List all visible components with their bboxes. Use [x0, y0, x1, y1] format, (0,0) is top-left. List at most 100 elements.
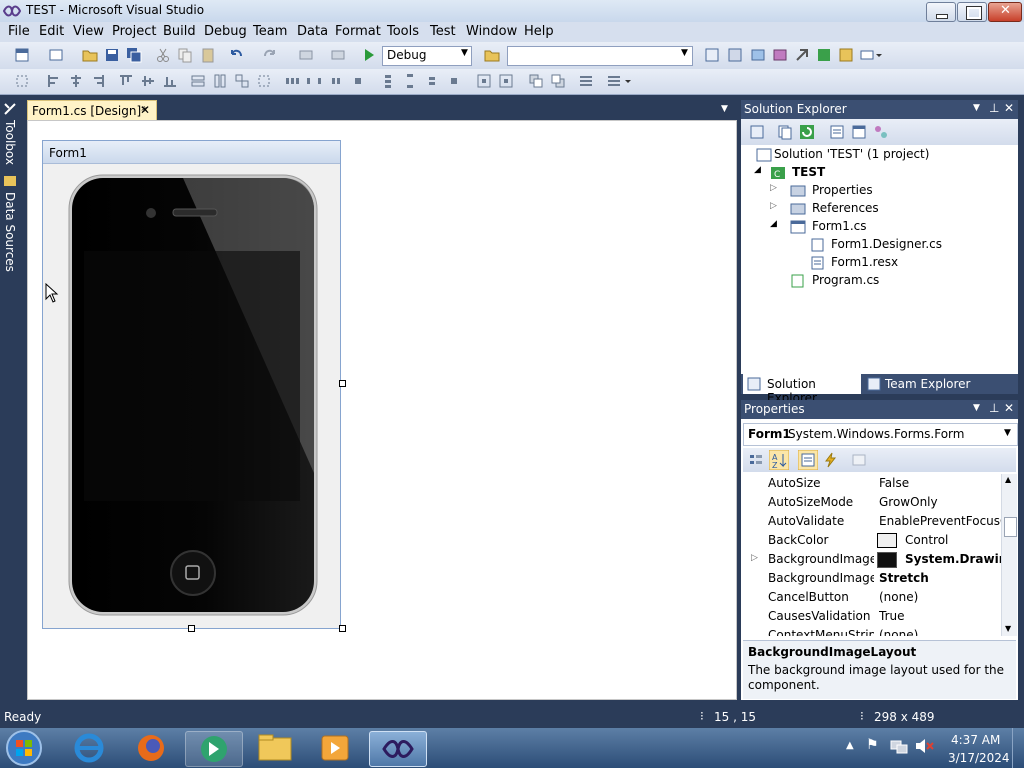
- view-code-icon[interactable]: [829, 124, 845, 140]
- minimize-button[interactable]: [926, 2, 956, 22]
- panel-dropdown-icon[interactable]: ▼: [973, 103, 980, 113]
- show-hidden-icons-icon[interactable]: ▲: [846, 740, 854, 751]
- save-icon[interactable]: [104, 47, 120, 63]
- menu-debug[interactable]: Debug: [204, 24, 247, 39]
- open-file-icon[interactable]: [82, 47, 98, 63]
- increase-horizontal-spacing-icon[interactable]: [306, 73, 322, 89]
- scroll-down-icon[interactable]: ▼: [1005, 624, 1011, 633]
- property-grid-scrollbar[interactable]: ▲ ▼: [1001, 474, 1017, 636]
- align-centers-icon[interactable]: [68, 73, 84, 89]
- property-value[interactable]: System.Drawing.Bitmap: [905, 552, 1001, 566]
- resize-handle-bottom[interactable]: [188, 625, 195, 632]
- new-project-icon[interactable]: [14, 47, 30, 63]
- tab-form1-design[interactable]: Form1.cs [Design]* ✕: [27, 100, 157, 121]
- object-browser-icon[interactable]: [750, 47, 766, 63]
- menu-tools[interactable]: Tools: [387, 24, 419, 39]
- send-to-back-icon[interactable]: [550, 73, 566, 89]
- center-horizontally-icon[interactable]: [476, 73, 492, 89]
- property-row-backgroundimage[interactable]: ▷ BackgroundImage System.Drawing.Bitmap: [743, 550, 1001, 569]
- property-row-causesvalidation[interactable]: CausesValidation True: [743, 607, 1001, 626]
- add-item-icon[interactable]: [48, 47, 64, 63]
- maximize-button[interactable]: [957, 2, 987, 22]
- refresh-icon[interactable]: [799, 124, 815, 140]
- toolbox-icon[interactable]: [772, 47, 788, 63]
- firefox-icon[interactable]: [132, 731, 170, 765]
- make-same-size-icon[interactable]: [234, 73, 250, 89]
- property-row-backgroundimagelayout[interactable]: BackgroundImageLayout Stretch: [743, 569, 1001, 588]
- properties-view-icon[interactable]: [798, 450, 818, 470]
- property-value[interactable]: Control: [905, 533, 1001, 547]
- resize-handle-corner[interactable]: [339, 625, 346, 632]
- copy-icon[interactable]: [177, 47, 193, 63]
- decrease-vertical-spacing-icon[interactable]: [424, 73, 440, 89]
- paste-icon[interactable]: [200, 47, 216, 63]
- close-window-button[interactable]: ✕: [988, 2, 1022, 22]
- property-value[interactable]: False: [879, 476, 1001, 490]
- tab-solution-explorer[interactable]: Solution Explorer: [743, 374, 861, 405]
- alphabetical-sort-icon[interactable]: AZ: [769, 450, 789, 470]
- redo-icon[interactable]: [262, 47, 278, 63]
- network-icon[interactable]: [890, 738, 908, 754]
- horizontal-spacing-equal-icon[interactable]: [284, 73, 300, 89]
- align-rights-icon[interactable]: [90, 73, 106, 89]
- navigate-forward-icon[interactable]: [330, 47, 346, 63]
- center-vertically-icon[interactable]: [498, 73, 514, 89]
- form1-designer[interactable]: Form1: [42, 140, 341, 629]
- menu-build[interactable]: Build: [163, 24, 196, 39]
- close-panel-icon[interactable]: ✕: [1004, 101, 1014, 115]
- property-value[interactable]: EnablePreventFocusChange: [879, 514, 1001, 528]
- menu-view[interactable]: View: [73, 24, 104, 39]
- vertical-spacing-equal-icon[interactable]: [380, 73, 396, 89]
- action-center-flag-icon[interactable]: ⚑: [866, 737, 879, 753]
- start-page-icon[interactable]: [816, 47, 832, 63]
- property-row-backcolor[interactable]: BackColor Control: [743, 531, 1001, 550]
- tab-order-icon[interactable]: [578, 73, 594, 89]
- property-value[interactable]: (none): [879, 628, 1001, 636]
- save-all-icon[interactable]: [126, 47, 142, 63]
- taskbar-visual-studio[interactable]: [369, 731, 427, 767]
- property-value[interactable]: Stretch: [879, 571, 1001, 585]
- start-debugging-icon[interactable]: [361, 47, 377, 63]
- increase-vertical-spacing-icon[interactable]: [402, 73, 418, 89]
- align-tops-icon[interactable]: [118, 73, 134, 89]
- view-designer-icon[interactable]: [851, 124, 867, 140]
- panel-dropdown-icon[interactable]: ▼: [973, 403, 980, 413]
- events-lightning-icon[interactable]: [823, 452, 839, 468]
- align-to-grid-icon[interactable]: [14, 73, 30, 89]
- property-value[interactable]: True: [879, 609, 1001, 623]
- menu-help[interactable]: Help: [524, 24, 554, 39]
- make-same-height-icon[interactable]: [212, 73, 228, 89]
- scroll-up-icon[interactable]: ▲: [1005, 475, 1011, 484]
- menu-window[interactable]: Window: [466, 24, 517, 39]
- align-lefts-icon[interactable]: [46, 73, 62, 89]
- property-row-contextmenustrip[interactable]: ContextMenuStrip (none): [743, 626, 1001, 636]
- pin-icon[interactable]: ⊥: [989, 401, 999, 415]
- properties-icon[interactable]: [749, 124, 765, 140]
- expand-arrow-icon[interactable]: ▷: [770, 183, 777, 193]
- menu-team[interactable]: Team: [253, 24, 287, 39]
- solution-configuration-select[interactable]: Debug ▼: [382, 46, 472, 66]
- collapse-arrow-icon[interactable]: ◢: [754, 165, 761, 175]
- document-list-dropdown-icon[interactable]: ▼: [721, 104, 728, 114]
- menu-file[interactable]: File: [8, 24, 30, 39]
- resize-handle-right[interactable]: [339, 380, 346, 387]
- video-app-icon[interactable]: [318, 732, 352, 764]
- more-tools-dropdown-icon[interactable]: [860, 47, 882, 63]
- find-in-files-icon[interactable]: [484, 47, 500, 63]
- volume-muted-icon[interactable]: [914, 738, 934, 754]
- show-all-files-icon[interactable]: [777, 124, 793, 140]
- object-selector[interactable]: Form1 System.Windows.Forms.Form ▼: [743, 423, 1018, 446]
- scroll-thumb[interactable]: [1004, 517, 1017, 537]
- close-tab-icon[interactable]: ✕: [140, 103, 150, 117]
- categorized-icon[interactable]: [748, 452, 764, 468]
- view-class-diagram-icon[interactable]: [873, 124, 889, 140]
- property-row-autovalidate[interactable]: AutoValidate EnablePreventFocusChange: [743, 512, 1001, 531]
- property-value[interactable]: (none): [879, 590, 1001, 604]
- close-panel-icon[interactable]: ✕: [1004, 401, 1014, 415]
- extension-manager-icon[interactable]: [794, 47, 810, 63]
- menu-test[interactable]: Test: [430, 24, 456, 39]
- taskbar-app-media[interactable]: [185, 731, 243, 767]
- data-sources-side-tab[interactable]: Data Sources: [3, 192, 17, 272]
- menu-project[interactable]: Project: [112, 24, 156, 39]
- remove-vertical-spacing-icon[interactable]: [446, 73, 462, 89]
